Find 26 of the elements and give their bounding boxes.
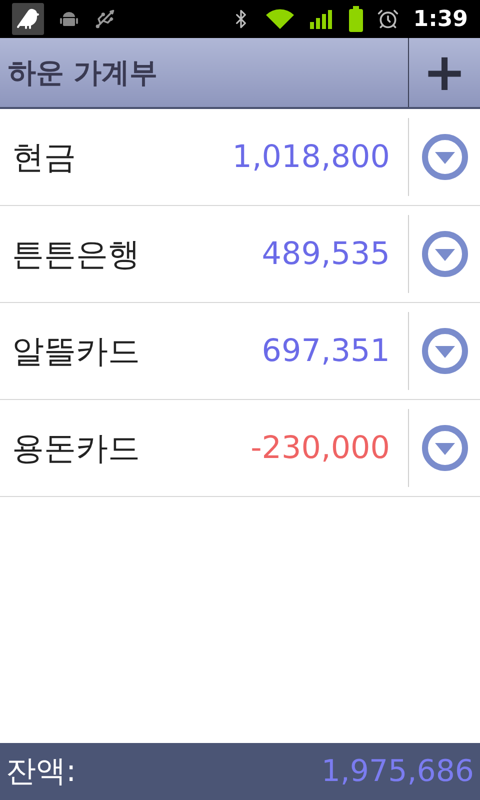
account-name: 현금 [11, 137, 77, 178]
account-row[interactable]: 알뜰카드 697,351 [0, 303, 480, 400]
dropdown-icon[interactable] [422, 134, 468, 180]
account-name: 용돈카드 [11, 428, 141, 469]
dropdown-icon[interactable] [422, 425, 468, 471]
account-amount: 489,535 [262, 234, 391, 274]
account-row[interactable]: 현금 1,018,800 [0, 109, 480, 206]
account-amount: 697,351 [262, 332, 391, 371]
account-amount: -230,000 [250, 428, 391, 468]
account-row[interactable]: 용돈카드 -230,000 [0, 400, 480, 497]
balance-label: 잔액: [6, 753, 76, 791]
bird-notification-icon[interactable] [12, 3, 44, 35]
dropdown-icon[interactable] [422, 328, 468, 374]
account-name: 알뜰카드 [11, 331, 141, 372]
account-amount: 1,018,800 [232, 138, 391, 177]
usb-icon [94, 8, 116, 30]
dropdown-icon[interactable] [422, 231, 468, 277]
app-title: 하운 가계부 [7, 54, 159, 90]
clock-time: 1:39 [413, 6, 468, 34]
wifi-icon [265, 8, 296, 30]
alarm-icon [377, 8, 400, 30]
account-row[interactable]: 튼튼은행 489,535 [0, 206, 480, 303]
add-button[interactable]: + [408, 38, 480, 107]
account-name: 튼튼은행 [11, 234, 141, 275]
balance-total: 1,975,686 [321, 753, 474, 791]
battery-icon [349, 6, 364, 32]
